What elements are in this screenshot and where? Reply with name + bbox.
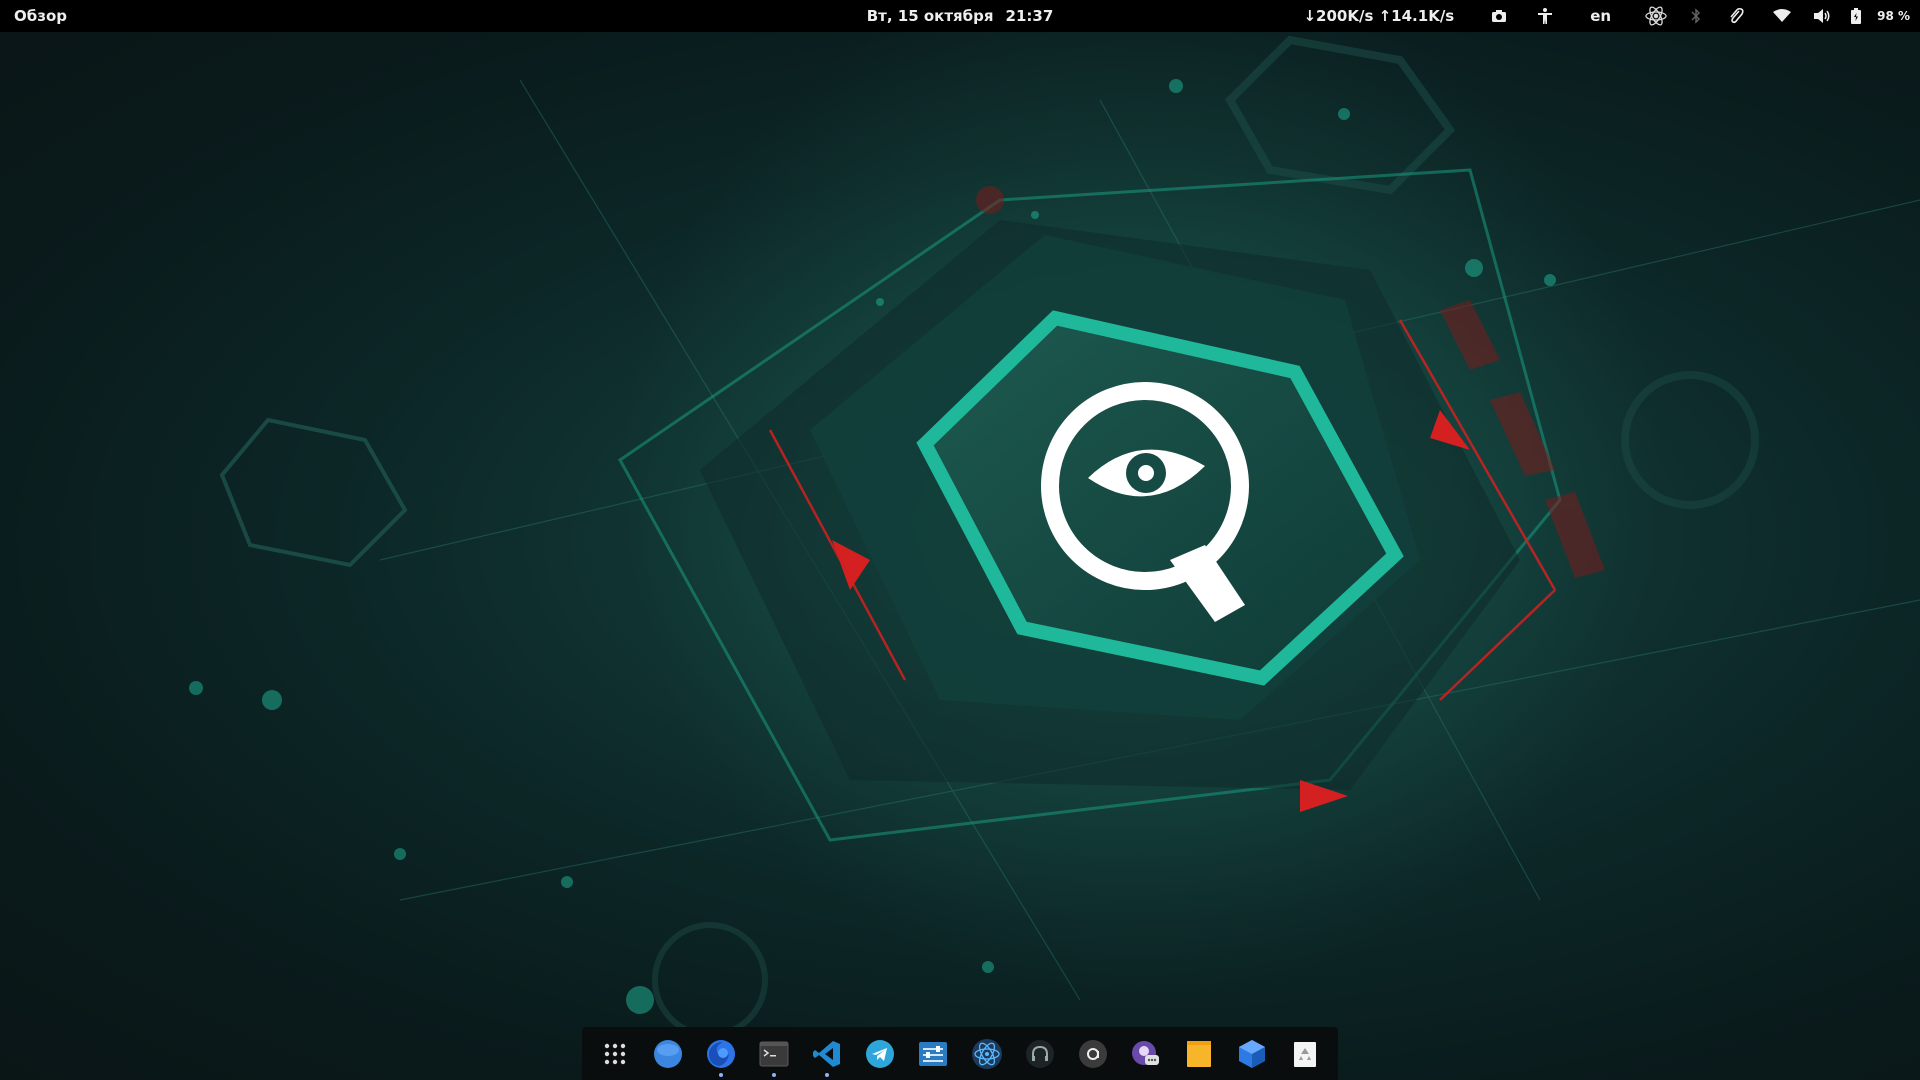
wallpaper-artwork bbox=[189, 0, 1920, 1038]
dock-item-telegram[interactable] bbox=[860, 1032, 900, 1076]
dock-item-settings[interactable] bbox=[913, 1032, 953, 1076]
dock-item-atom[interactable] bbox=[967, 1032, 1007, 1076]
headphones-icon bbox=[1025, 1039, 1054, 1068]
running-indicator bbox=[825, 1072, 830, 1077]
dock-item-trash[interactable] bbox=[1285, 1032, 1325, 1076]
clock-time[interactable]: 21:37 bbox=[1006, 7, 1054, 25]
paperclip-icon[interactable] bbox=[1725, 5, 1747, 27]
firefox-icon bbox=[706, 1039, 735, 1068]
top-panel: Обзор Вт, 15 октября 21:37 ↓200K/s ↑14.1… bbox=[0, 0, 1920, 32]
battery-icon[interactable] bbox=[1845, 5, 1867, 27]
volume-icon[interactable] bbox=[1811, 5, 1833, 27]
network-speed-indicator[interactable]: ↓200K/s ↑14.1K/s bbox=[1303, 7, 1454, 25]
show-apps-button[interactable] bbox=[595, 1032, 635, 1076]
screenshot-icon[interactable] bbox=[1488, 5, 1510, 27]
vscode-icon bbox=[813, 1040, 841, 1067]
bluetooth-icon[interactable] bbox=[1685, 5, 1707, 27]
dock-item-visual-studio-code[interactable] bbox=[807, 1032, 847, 1077]
dock-item-web-browser[interactable] bbox=[648, 1032, 688, 1076]
running-indicator bbox=[771, 1072, 776, 1077]
chat-icon bbox=[1131, 1040, 1159, 1065]
sticky-note-icon bbox=[1187, 1040, 1212, 1067]
desktop-wallpaper bbox=[0, 0, 1920, 1080]
activities-button[interactable]: Обзор bbox=[14, 0, 67, 32]
web-browser-icon bbox=[653, 1039, 682, 1068]
dock-item-firefox[interactable] bbox=[701, 1032, 741, 1077]
wifi-icon[interactable] bbox=[1771, 5, 1793, 27]
trash-icon bbox=[1294, 1041, 1317, 1067]
dock-item-package[interactable] bbox=[1232, 1032, 1272, 1076]
dock bbox=[582, 1027, 1338, 1080]
running-indicator bbox=[718, 1072, 723, 1077]
app-grid-icon bbox=[604, 1043, 625, 1064]
package-box-icon bbox=[1239, 1039, 1266, 1068]
atom-editor-icon bbox=[971, 1038, 1002, 1069]
keyboard-layout-indicator[interactable]: en bbox=[1590, 7, 1611, 25]
clock-date[interactable]: Вт, 15 октября bbox=[867, 7, 994, 25]
dock-item-terminal[interactable] bbox=[754, 1032, 794, 1077]
system-tray: ↓200K/s ↑14.1K/s en 98 % bbox=[1303, 0, 1910, 32]
atom-icon[interactable] bbox=[1645, 5, 1667, 27]
accessibility-icon[interactable] bbox=[1534, 5, 1556, 27]
dock-item-chat[interactable] bbox=[1126, 1032, 1166, 1076]
at-sign-icon bbox=[1078, 1039, 1107, 1068]
battery-percentage: 98 % bbox=[1877, 9, 1910, 23]
dock-item-at-sign[interactable] bbox=[1073, 1032, 1113, 1076]
settings-sliders-icon bbox=[919, 1041, 948, 1066]
dock-item-sticky-notes[interactable] bbox=[1179, 1032, 1219, 1076]
dock-item-headphones[interactable] bbox=[1020, 1032, 1060, 1076]
telegram-icon bbox=[866, 1039, 895, 1068]
terminal-icon bbox=[759, 1041, 789, 1066]
